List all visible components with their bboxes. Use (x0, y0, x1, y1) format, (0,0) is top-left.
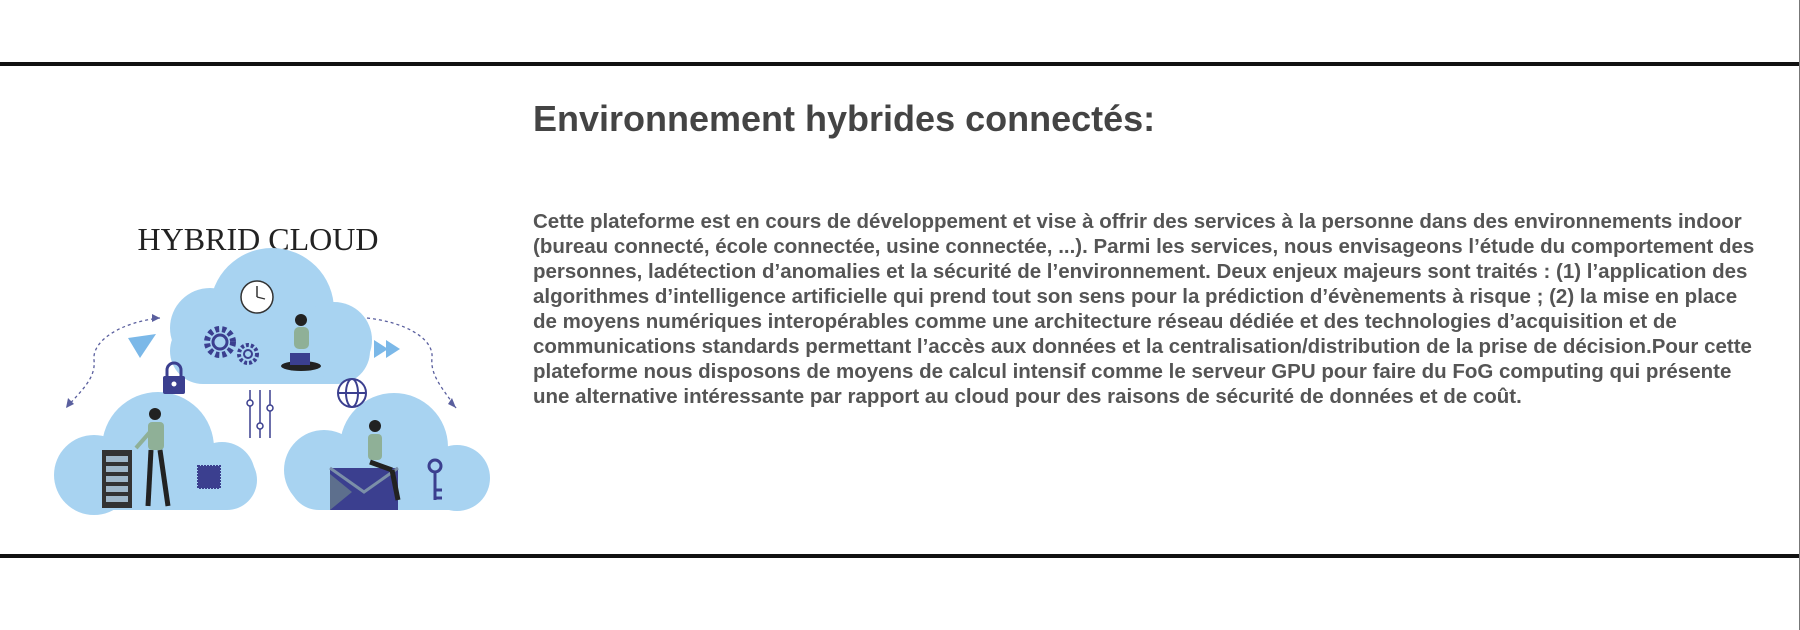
lock-icon (163, 361, 185, 394)
top-cloud (170, 248, 372, 384)
sliders-icon (246, 390, 274, 438)
section-description: Cette plateforme est en cours de dévelop… (533, 210, 1755, 408)
hybrid-cloud-illustration: HYBRID CLOUD (52, 200, 492, 520)
envelope-icon (329, 466, 399, 510)
section-title: Environnement hybrides connectés: (533, 98, 1156, 139)
paper-plane-icon (128, 334, 156, 358)
server-rack-icon (102, 450, 132, 508)
bottom-divider (0, 554, 1800, 558)
globe-icon (337, 378, 367, 408)
fast-forward-icon (374, 340, 400, 358)
chip-icon (197, 465, 221, 489)
clock-icon (240, 280, 274, 314)
top-divider (0, 62, 1800, 66)
